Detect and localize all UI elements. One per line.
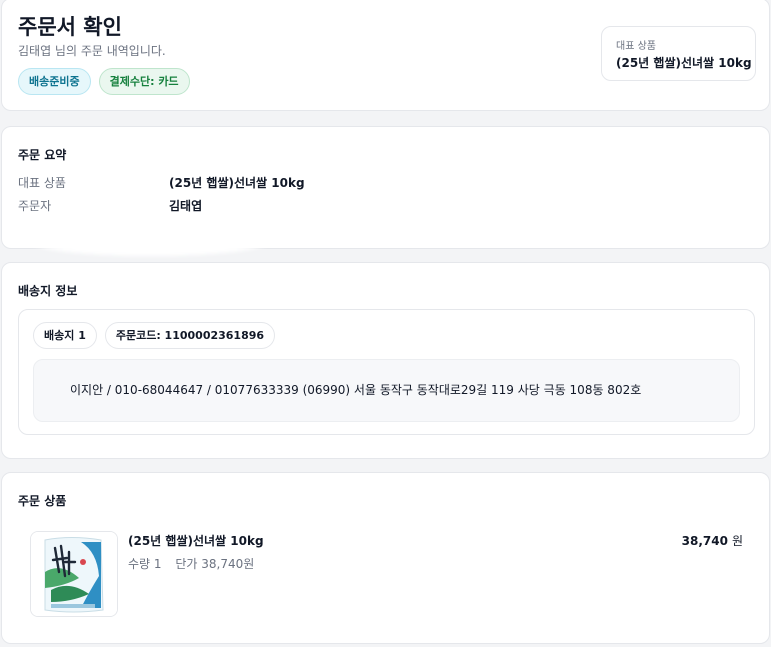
page-title: 주문서 확인 [18,15,122,39]
summary-key: 주문자 [18,199,52,213]
payment-method-badge: 결제수단: 카드 [98,68,190,95]
rice-bag-image [30,531,118,617]
representative-product-value: (25년 햅쌀)선녀쌀 10kg [616,56,752,70]
shipping-info-title: 배송지 정보 [18,284,78,298]
summary-key: 대표 상품 [18,176,66,190]
summary-value: 김태엽 [169,199,203,213]
representative-product-box: 대표 상품 (25년 햅쌀)선녀쌀 10kg [601,26,756,81]
shipping-destination-panel: 배송지 1 주문코드: 1100002361896 이지안 / 010-6804… [18,309,755,435]
product-price-amount: 38,740 [681,534,728,548]
shipping-chip-row: 배송지 1 주문코드: 1100002361896 [33,322,276,349]
product-price: 38,740 원 [682,532,743,549]
order-header-card: 주문서 확인 김태엽 님의 주문 내역입니다. 배송준비중 결제수단: 카드 대… [1,0,770,111]
product-quantity: 수량 1 [128,557,162,571]
status-badge: 배송준비중 [18,68,91,95]
ordered-items-card: 주문 상품 (25년 햅쌀)선녀쌀 10kg 수량 1 단가 38,740원 3… [1,472,770,644]
badge-row: 배송준비중 결제수단: 카드 [18,68,190,95]
destination-chip: 배송지 1 [33,322,97,349]
representative-product-label: 대표 상품 [616,41,656,52]
product-meta: 수량 1 단가 38,740원 [128,555,254,572]
ordered-items-title: 주문 상품 [18,494,67,508]
order-code-chip: 주문코드: 1100002361896 [104,322,276,349]
product-unit-price: 단가 38,740원 [175,557,255,571]
shipping-address: 이지안 / 010-68044647 / 01077633339 (06990)… [33,359,740,422]
shipping-info-card: 배송지 정보 배송지 1 주문코드: 1100002361896 이지안 / 0… [1,262,770,459]
product-price-currency: 원 [731,534,743,548]
page-subtitle: 김태엽 님의 주문 내역입니다. [18,44,166,58]
order-summary-title: 주문 요약 [18,148,67,162]
redaction-smudge [30,226,270,256]
summary-value: (25년 햅쌀)선녀쌀 10kg [169,176,305,190]
product-name: (25년 햅쌀)선녀쌀 10kg [128,534,264,548]
